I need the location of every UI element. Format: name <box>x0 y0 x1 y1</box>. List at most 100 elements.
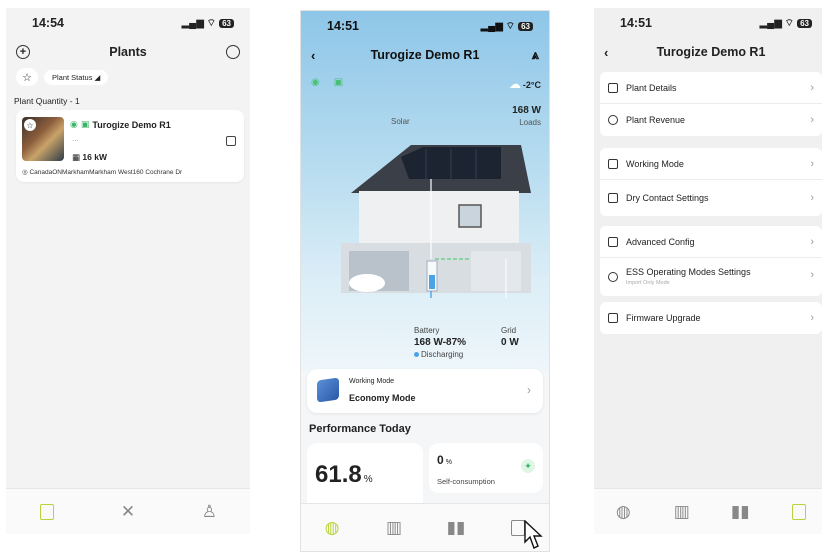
tab-settings[interactable] <box>788 501 810 523</box>
car <box>349 274 385 292</box>
tab-bar: ✕ ♙ <box>6 488 250 534</box>
chevron-right-icon: › <box>810 312 814 324</box>
tab-statistics[interactable]: ▥ <box>671 501 693 523</box>
gauge-icon: ◍ <box>324 517 340 537</box>
performance-title: Performance Today <box>309 423 411 435</box>
search-button[interactable] <box>226 45 240 59</box>
weather: ☁ -2°C <box>509 77 541 91</box>
menu-plant-details[interactable]: Plant Details › <box>600 72 822 104</box>
back-button[interactable]: ‹ <box>604 45 608 60</box>
metric-unit: % <box>363 474 373 485</box>
share-icon[interactable]: ⩓ <box>532 47 539 63</box>
plant-address-text: CanadaONMarkhamMarkham West160 Cochrane … <box>29 169 183 176</box>
page-title: Turogize Demo R1 <box>370 48 480 62</box>
config-icon <box>608 236 618 247</box>
loads-value: 168 W <box>512 105 541 116</box>
favorite-filter-button[interactable]: ☆ <box>16 68 38 86</box>
solar-panel-icon: ▦ <box>72 152 83 162</box>
plant-card-title: ◉ ▣ Turogize Demo R1 <box>70 119 171 130</box>
chevron-right-icon: › <box>810 157 814 170</box>
menu-group-firmware: Firmware Upgrade › <box>600 302 822 334</box>
lightbulb-icon: ✦ <box>521 459 535 473</box>
search-icon <box>226 45 240 59</box>
battery-icon: 63 <box>518 21 533 31</box>
menu-dry-contact[interactable]: Dry Contact Settings › <box>600 180 822 216</box>
plant-card[interactable]: ☆ ◉ ▣ Turogize Demo R1 ... ▦ 16 kW ◎ Can… <box>16 110 244 182</box>
tab-profile[interactable]: ♙ <box>198 501 220 523</box>
signal-icons: ▂▄▆ ⌔ 63 <box>480 20 533 33</box>
cloud-icon: ☁ <box>508 77 521 91</box>
chevron-right-icon: › <box>810 114 814 126</box>
tab-dashboard[interactable]: ◍ <box>321 517 343 539</box>
menu-advanced-config[interactable]: Advanced Config › <box>600 226 822 258</box>
working-mode-label: Working Mode <box>349 378 395 385</box>
battery-status-text: Discharging <box>421 350 464 359</box>
menu-label: Plant Details <box>626 82 677 93</box>
plant-address: ◎ CanadaONMarkhamMarkham West160 Cochran… <box>22 168 182 176</box>
working-mode-card[interactable]: Working Mode Economy Mode › <box>307 369 543 413</box>
plant-overview-screen: 14:51 ▂▄▆ ⌔ 63 ‹ Turogize Demo R1 ⩓ ◉ ▣ ☁… <box>300 10 550 552</box>
list-icon <box>511 519 525 536</box>
loads-label: Loads <box>519 118 541 127</box>
gauge-icon: ◍ <box>615 501 631 521</box>
list-icon <box>791 503 806 520</box>
status-bar: 14:51 ▂▄▆ ⌔ 63 <box>301 11 549 41</box>
back-button[interactable]: ‹ <box>311 48 315 63</box>
revenue-icon <box>608 115 618 125</box>
status-bar: 14:54 ▂▄▆ ⌔ 63 <box>6 8 250 38</box>
plant-status-label: Plant Status <box>52 72 93 82</box>
menu-group-plant: Plant Details › Plant Revenue › <box>600 72 822 136</box>
tab-devices[interactable]: ▮▮ <box>445 517 467 539</box>
self-consumption-card[interactable]: 0% Self-consumption ✦ <box>429 443 543 493</box>
upgrade-icon <box>608 313 618 323</box>
tools-icon: ✕ <box>120 501 136 521</box>
plants-screen: 14:54 ▂▄▆ ⌔ 63 + Plants ☆ Plant Status ◢ … <box>6 8 250 534</box>
menu-label: Advanced Config <box>626 236 695 247</box>
nav-bar: ‹ Turogize Demo R1 ⩓ <box>301 43 549 67</box>
house-illustration <box>341 145 531 298</box>
devices-icon: ▮▮ <box>446 517 466 537</box>
plant-status-filter[interactable]: Plant Status ◢ <box>44 69 109 85</box>
menu-ess-modes[interactable]: ESS Operating Modes Settings Import Only … <box>600 258 822 296</box>
calendar-icon <box>608 158 618 169</box>
nav-bar: ‹ Turogize Demo R1 <box>594 40 822 64</box>
status-time: 14:51 <box>620 16 652 30</box>
favorite-badge-icon[interactable]: ☆ <box>24 119 36 131</box>
self-consumption-number: 0 <box>437 453 444 467</box>
filter-row: ☆ Plant Status ◢ <box>16 68 109 86</box>
menu-label: Firmware Upgrade <box>626 313 701 323</box>
tab-plants[interactable] <box>36 501 58 523</box>
wifi-icon: ◉ <box>311 77 320 88</box>
menu-firmware-upgrade[interactable]: Firmware Upgrade › <box>600 302 822 334</box>
plant-settings-screen: 14:51 ▂▄▆ ⌔ 63 ‹ Turogize Demo R1 Plant D… <box>594 8 822 534</box>
temperature: -2°C <box>522 80 541 90</box>
details-icon <box>608 82 618 93</box>
tab-devices[interactable]: ▮▮ <box>729 501 751 523</box>
ess-icon <box>608 272 618 282</box>
menu-label: ESS Operating Modes Settings <box>626 267 751 277</box>
page-title: Plants <box>109 45 147 59</box>
tab-dashboard[interactable]: ◍ <box>612 501 634 523</box>
chevron-right-icon: › <box>527 383 531 397</box>
menu-label: Working Mode <box>626 158 684 169</box>
status-time: 14:51 <box>327 19 359 33</box>
menu-plant-revenue[interactable]: Plant Revenue › <box>600 104 822 136</box>
devices-icon: ▮▮ <box>730 501 750 521</box>
plant-subtitle: ... <box>72 134 79 143</box>
bar-chart-icon: ▥ <box>673 501 690 521</box>
edit-icon[interactable] <box>226 136 236 146</box>
dry-contact-icon <box>608 193 618 203</box>
tab-bar: ◍ ▥ ▮▮ <box>301 503 549 551</box>
battery-icon: 63 <box>219 18 234 28</box>
tab-statistics[interactable]: ▥ <box>383 517 405 539</box>
chevron-right-icon: › <box>810 81 814 94</box>
menu-working-mode[interactable]: Working Mode › <box>600 148 822 180</box>
plant-name: Turogize Demo R1 <box>92 119 171 130</box>
add-plant-button[interactable]: + <box>16 45 30 59</box>
plant-power: ▦ 16 kW <box>72 152 107 163</box>
mouse-cursor-icon <box>524 520 543 549</box>
self-consumption-value: 0% <box>437 453 452 467</box>
tab-tools[interactable]: ✕ <box>117 501 139 523</box>
menu-label: Dry Contact Settings <box>626 193 709 203</box>
battery-value: 168 W-87% <box>414 337 467 348</box>
